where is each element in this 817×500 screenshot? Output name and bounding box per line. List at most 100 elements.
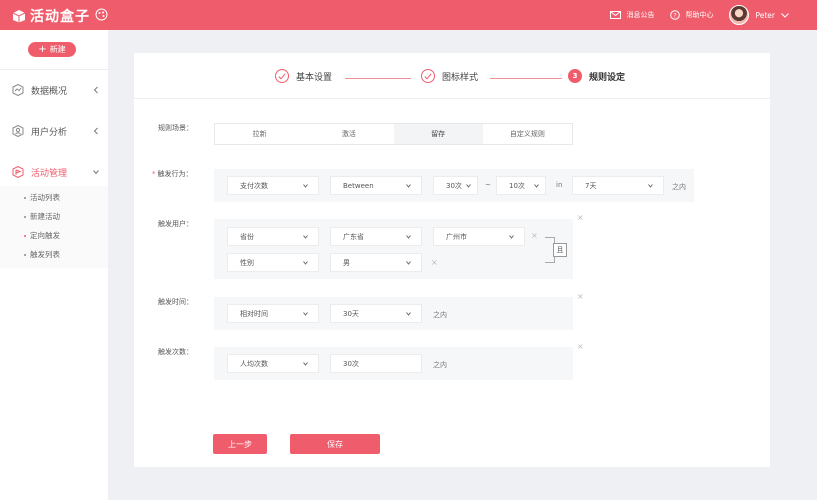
- mail-icon: [610, 11, 622, 19]
- close-icon[interactable]: ×: [577, 342, 584, 351]
- select-value: 10次: [509, 181, 525, 190]
- caret-down-icon: [509, 235, 514, 239]
- behavior-type-select[interactable]: 支付次数: [227, 176, 319, 195]
- user-icon: [12, 125, 24, 137]
- within-label: 之内: [433, 311, 447, 319]
- step-icon-style[interactable]: 图标样式: [421, 69, 478, 83]
- tab-custom-rule[interactable]: 自定义规则: [483, 124, 572, 144]
- stepper: 基本设置 图标样式 3 规则设定: [134, 53, 770, 99]
- palette-icon[interactable]: [95, 8, 108, 21]
- user-attr-select-1[interactable]: 省份: [227, 227, 319, 246]
- bullet: [24, 234, 26, 237]
- new-button-label: 新建: [49, 45, 66, 54]
- step-rule-settings[interactable]: 3 规则设定: [568, 69, 625, 83]
- time-label: 触发时间：: [158, 298, 193, 306]
- avatar[interactable]: [729, 5, 750, 25]
- caret-down-icon: [303, 235, 308, 239]
- caret-down-icon: [406, 261, 411, 265]
- divider: [0, 69, 108, 70]
- select-value: 广州市: [446, 232, 467, 241]
- select-value: Between: [343, 181, 374, 190]
- time-value-select[interactable]: 30天: [330, 304, 422, 323]
- range-dash: ~: [485, 181, 491, 189]
- logo[interactable]: 活动盒子: [12, 6, 90, 26]
- caret-down-icon: [303, 362, 308, 366]
- check-icon: [275, 69, 289, 83]
- behavior-label: * 触发行为：: [152, 169, 193, 179]
- in-label: in: [556, 181, 563, 189]
- count-label: 触发次数：: [158, 348, 193, 356]
- caret-down-icon: [534, 184, 539, 188]
- count-type-select[interactable]: 人均次数: [227, 354, 319, 373]
- from-count-select[interactable]: 30次: [433, 176, 478, 195]
- username: Peter: [755, 10, 775, 20]
- gender-select[interactable]: 男: [330, 253, 422, 272]
- close-icon[interactable]: ×: [577, 213, 584, 222]
- close-icon[interactable]: ×: [431, 258, 438, 267]
- scenario-tabs: 拉新 激活 留存 自定义规则: [214, 123, 573, 145]
- step-connector: [490, 78, 562, 79]
- chevron-down-icon: [93, 170, 99, 175]
- caret-down-icon: [406, 184, 411, 188]
- caret-down-icon: [303, 184, 308, 188]
- to-count-select[interactable]: 10次: [496, 176, 546, 195]
- bullet: [24, 215, 26, 218]
- user-attr-select-2[interactable]: 性别: [227, 253, 319, 272]
- submenu-item-targeted-trigger[interactable]: 定向触发: [24, 230, 60, 241]
- box-logo-icon: [12, 10, 26, 23]
- sidebar-item-label: 数据概况: [31, 86, 68, 97]
- sidebar-item-overview[interactable]: 数据概况: [0, 80, 108, 100]
- submenu-label: 触发列表: [30, 250, 60, 259]
- province-select[interactable]: 广东省: [330, 227, 422, 246]
- sidebar-item-user-analysis[interactable]: 用户分析: [0, 121, 108, 141]
- close-icon[interactable]: ×: [531, 231, 538, 240]
- tab-activate[interactable]: 激活: [304, 124, 393, 144]
- submenu-item-trigger-list[interactable]: 触发列表: [24, 249, 60, 260]
- save-button[interactable]: 保存: [290, 434, 380, 454]
- tab-acquire[interactable]: 拉新: [215, 124, 304, 144]
- step-connector: [345, 78, 411, 79]
- time-type-select[interactable]: 相对时间: [227, 304, 319, 323]
- step-number: 3: [568, 69, 582, 83]
- within-label: 之内: [433, 361, 447, 369]
- select-value: 男: [343, 258, 350, 267]
- sidebar-item-label: 活动管理: [31, 168, 68, 179]
- caret-down-icon: [303, 261, 308, 265]
- submenu-label: 活动列表: [30, 193, 60, 202]
- chart-icon: [12, 84, 24, 96]
- within-label: 之内: [672, 183, 686, 191]
- caret-down-icon: [303, 312, 308, 316]
- check-icon: [421, 69, 435, 83]
- required-mark: *: [152, 170, 156, 178]
- help-label: 帮助中心: [685, 11, 714, 19]
- period-select[interactable]: 7天: [572, 176, 664, 195]
- chevron-down-icon: [781, 12, 789, 18]
- tab-retain[interactable]: 留存: [393, 124, 483, 144]
- and-toggle-button[interactable]: 且: [553, 243, 567, 257]
- help-link[interactable]: ? 帮助中心: [670, 10, 713, 20]
- step-label: 基本设置: [296, 72, 333, 83]
- messages-link[interactable]: 消息公告: [610, 10, 654, 20]
- count-value-input[interactable]: 30次: [330, 354, 422, 373]
- select-value: 人均次数: [240, 359, 268, 368]
- step-basic-settings[interactable]: 基本设置: [275, 69, 332, 83]
- close-icon[interactable]: ×: [577, 292, 584, 301]
- users-label: 触发用户：: [158, 220, 193, 228]
- svg-text:?: ?: [674, 11, 677, 19]
- select-value: 30天: [343, 309, 359, 318]
- caret-down-icon: [648, 184, 653, 188]
- sidebar: + 新建 数据概况 用户分析 活动管理 活动列表 新建活动 定向触发 触发列表: [0, 30, 108, 500]
- select-value: 30次: [446, 181, 462, 190]
- new-button[interactable]: + 新建: [28, 42, 76, 57]
- city-select[interactable]: 广州市: [433, 227, 525, 246]
- user-menu[interactable]: Peter: [729, 5, 789, 25]
- select-value: 7天: [585, 181, 597, 190]
- submenu-item-new-activity[interactable]: 新建活动: [24, 211, 60, 222]
- behavior-label-text: 触发行为：: [157, 170, 193, 178]
- prev-step-button[interactable]: 上一步: [213, 434, 267, 454]
- operator-select[interactable]: Between: [330, 176, 422, 195]
- select-value: 广东省: [343, 232, 364, 241]
- submenu-item-activity-list[interactable]: 活动列表: [24, 192, 60, 203]
- sidebar-item-activity[interactable]: 活动管理: [0, 162, 108, 182]
- chevron-left-icon: [93, 127, 98, 135]
